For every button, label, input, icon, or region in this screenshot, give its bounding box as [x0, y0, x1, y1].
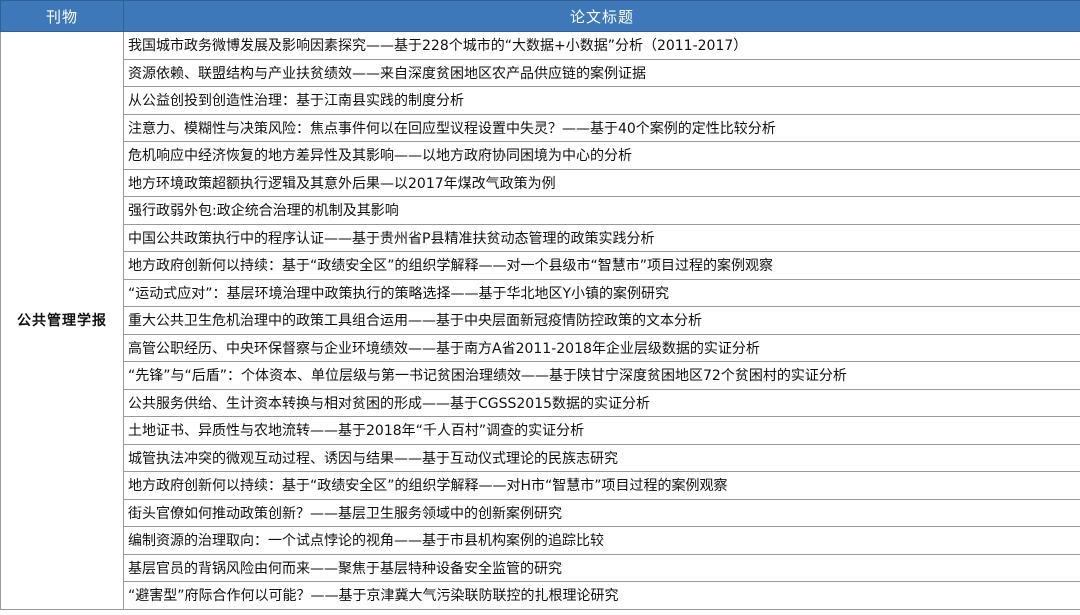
paper-title: “先锋”与“后盾”：个体资本、单位层级与第一书记贫困治理绩效——基于陕甘宁深度贫… — [123, 361, 1080, 390]
table-row: 注意力、模糊性与决策风险：焦点事件何以在回应型议程设置中失灵？——基于40个案例… — [1, 113, 1080, 142]
table-row: 地方环境政策超额执行逻辑及其意外后果—以2017年煤改气政策为例 — [1, 168, 1080, 197]
paper-title: 资源依赖、联盟结构与产业扶贫绩效——来自深度贫困地区农产品供应链的案例证据 — [123, 58, 1080, 87]
table-row: 中国公共政策执行中的程序认证——基于贵州省P县精准扶贫动态管理的政策实践分析 — [1, 223, 1080, 252]
table-row: 地方政府创新何以持续：基于“政绩安全区”的组织学解释——对H市“智慧市”项目过程… — [1, 471, 1080, 500]
paper-title: 地方政府创新何以持续：基于“政绩安全区”的组织学解释——对H市“智慧市”项目过程… — [123, 471, 1080, 500]
table-row: “先锋”与“后盾”：个体资本、单位层级与第一书记贫困治理绩效——基于陕甘宁深度贫… — [1, 361, 1080, 390]
table-row: 土地证书、异质性与农地流转——基于2018年“千人百村”调查的实证分析 — [1, 416, 1080, 445]
journal-name: 公共管理学报 — [0, 31, 124, 610]
paper-title: 从公益创投到创造性治理：基于江南县实践的制度分析 — [123, 86, 1080, 115]
paper-title: 危机响应中经济恢复的地方差异性及其影响——以地方政府协同困境为中心的分析 — [123, 141, 1080, 170]
table-row: 公共服务供给、生计资本转换与相对贫困的形成——基于CGSS2015数据的实证分析 — [1, 388, 1080, 417]
paper-title: 街头官僚如何推动政策创新？——基层卫生服务领域中的创新案例研究 — [123, 498, 1080, 527]
table-row: 从公益创投到创造性治理：基于江南县实践的制度分析 — [1, 86, 1080, 115]
table-row: “避害型”府际合作何以可能？——基于京津冀大气污染联防联控的扎根理论研究 — [1, 581, 1080, 610]
table-row: “运动式应对”：基层环境治理中政策执行的策略选择——基于华北地区Y小镇的案例研究 — [1, 278, 1080, 307]
header-row: 刊物 论文标题 — [0, 0, 1080, 32]
paper-title: 地方环境政策超额执行逻辑及其意外后果—以2017年煤改气政策为例 — [123, 168, 1080, 197]
paper-title: 编制资源的治理取向：一个试点悖论的视角——基于市县机构案例的追踪比较 — [123, 526, 1080, 555]
header-paper-title: 论文标题 — [123, 0, 1080, 32]
paper-title: 高管公职经历、中央环保督察与企业环境绩效——基于南方A省2011-2018年企业… — [123, 333, 1080, 362]
paper-title: 重大公共卫生危机治理中的政策工具组合运用——基于中央层面新冠疫情防控政策的文本分… — [123, 306, 1080, 335]
table-row: 街头官僚如何推动政策创新？——基层卫生服务领域中的创新案例研究 — [1, 498, 1080, 527]
paper-title: 注意力、模糊性与决策风险：焦点事件何以在回应型议程设置中失灵？——基于40个案例… — [123, 113, 1080, 142]
paper-title: 公共服务供给、生计资本转换与相对贫困的形成——基于CGSS2015数据的实证分析 — [123, 388, 1080, 417]
table-row: 基层官员的背锅风险由何而来——聚焦于基层特种设备安全监管的研究 — [1, 553, 1080, 582]
paper-title: 我国城市政务微博发展及影响因素探究——基于228个城市的“大数据+小数据”分析（… — [123, 31, 1080, 60]
paper-title: 强行政弱外包:政企统合治理的机制及其影响 — [123, 196, 1080, 225]
paper-title: 土地证书、异质性与农地流转——基于2018年“千人百村”调查的实证分析 — [123, 416, 1080, 445]
table-row: 重大公共卫生危机治理中的政策工具组合运用——基于中央层面新冠疫情防控政策的文本分… — [1, 306, 1080, 335]
paper-title: “运动式应对”：基层环境治理中政策执行的策略选择——基于华北地区Y小镇的案例研究 — [123, 278, 1080, 307]
table-row: 编制资源的治理取向：一个试点悖论的视角——基于市县机构案例的追踪比较 — [1, 526, 1080, 555]
papers-table: 刊物 论文标题 公共管理学报 我国城市政务微博发展及影响因素探究——基于228个… — [0, 0, 1080, 610]
paper-title: 地方政府创新何以持续：基于“政绩安全区”的组织学解释——对一个县级市“智慧市”项… — [123, 251, 1080, 280]
table-row: 城管执法冲突的微观互动过程、诱因与结果——基于互动仪式理论的民族志研究 — [1, 443, 1080, 472]
table-row: 公共管理学报 我国城市政务微博发展及影响因素探究——基于228个城市的“大数据+… — [0, 31, 1080, 610]
table-row: 地方政府创新何以持续：基于“政绩安全区”的组织学解释——对一个县级市“智慧市”项… — [1, 251, 1080, 280]
paper-title: 中国公共政策执行中的程序认证——基于贵州省P县精准扶贫动态管理的政策实践分析 — [123, 223, 1080, 252]
table-row: 强行政弱外包:政企统合治理的机制及其影响 — [1, 196, 1080, 225]
header-journal: 刊物 — [0, 0, 124, 32]
paper-title: 城管执法冲突的微观互动过程、诱因与结果——基于互动仪式理论的民族志研究 — [123, 443, 1080, 472]
table-row: 危机响应中经济恢复的地方差异性及其影响——以地方政府协同困境为中心的分析 — [1, 141, 1080, 170]
paper-title: “避害型”府际合作何以可能？——基于京津冀大气污染联防联控的扎根理论研究 — [123, 581, 1080, 610]
paper-title: 基层官员的背锅风险由何而来——聚焦于基层特种设备安全监管的研究 — [123, 553, 1080, 582]
table-row: 高管公职经历、中央环保督察与企业环境绩效——基于南方A省2011-2018年企业… — [1, 333, 1080, 362]
table-row: 资源依赖、联盟结构与产业扶贫绩效——来自深度贫困地区农产品供应链的案例证据 — [1, 58, 1080, 87]
